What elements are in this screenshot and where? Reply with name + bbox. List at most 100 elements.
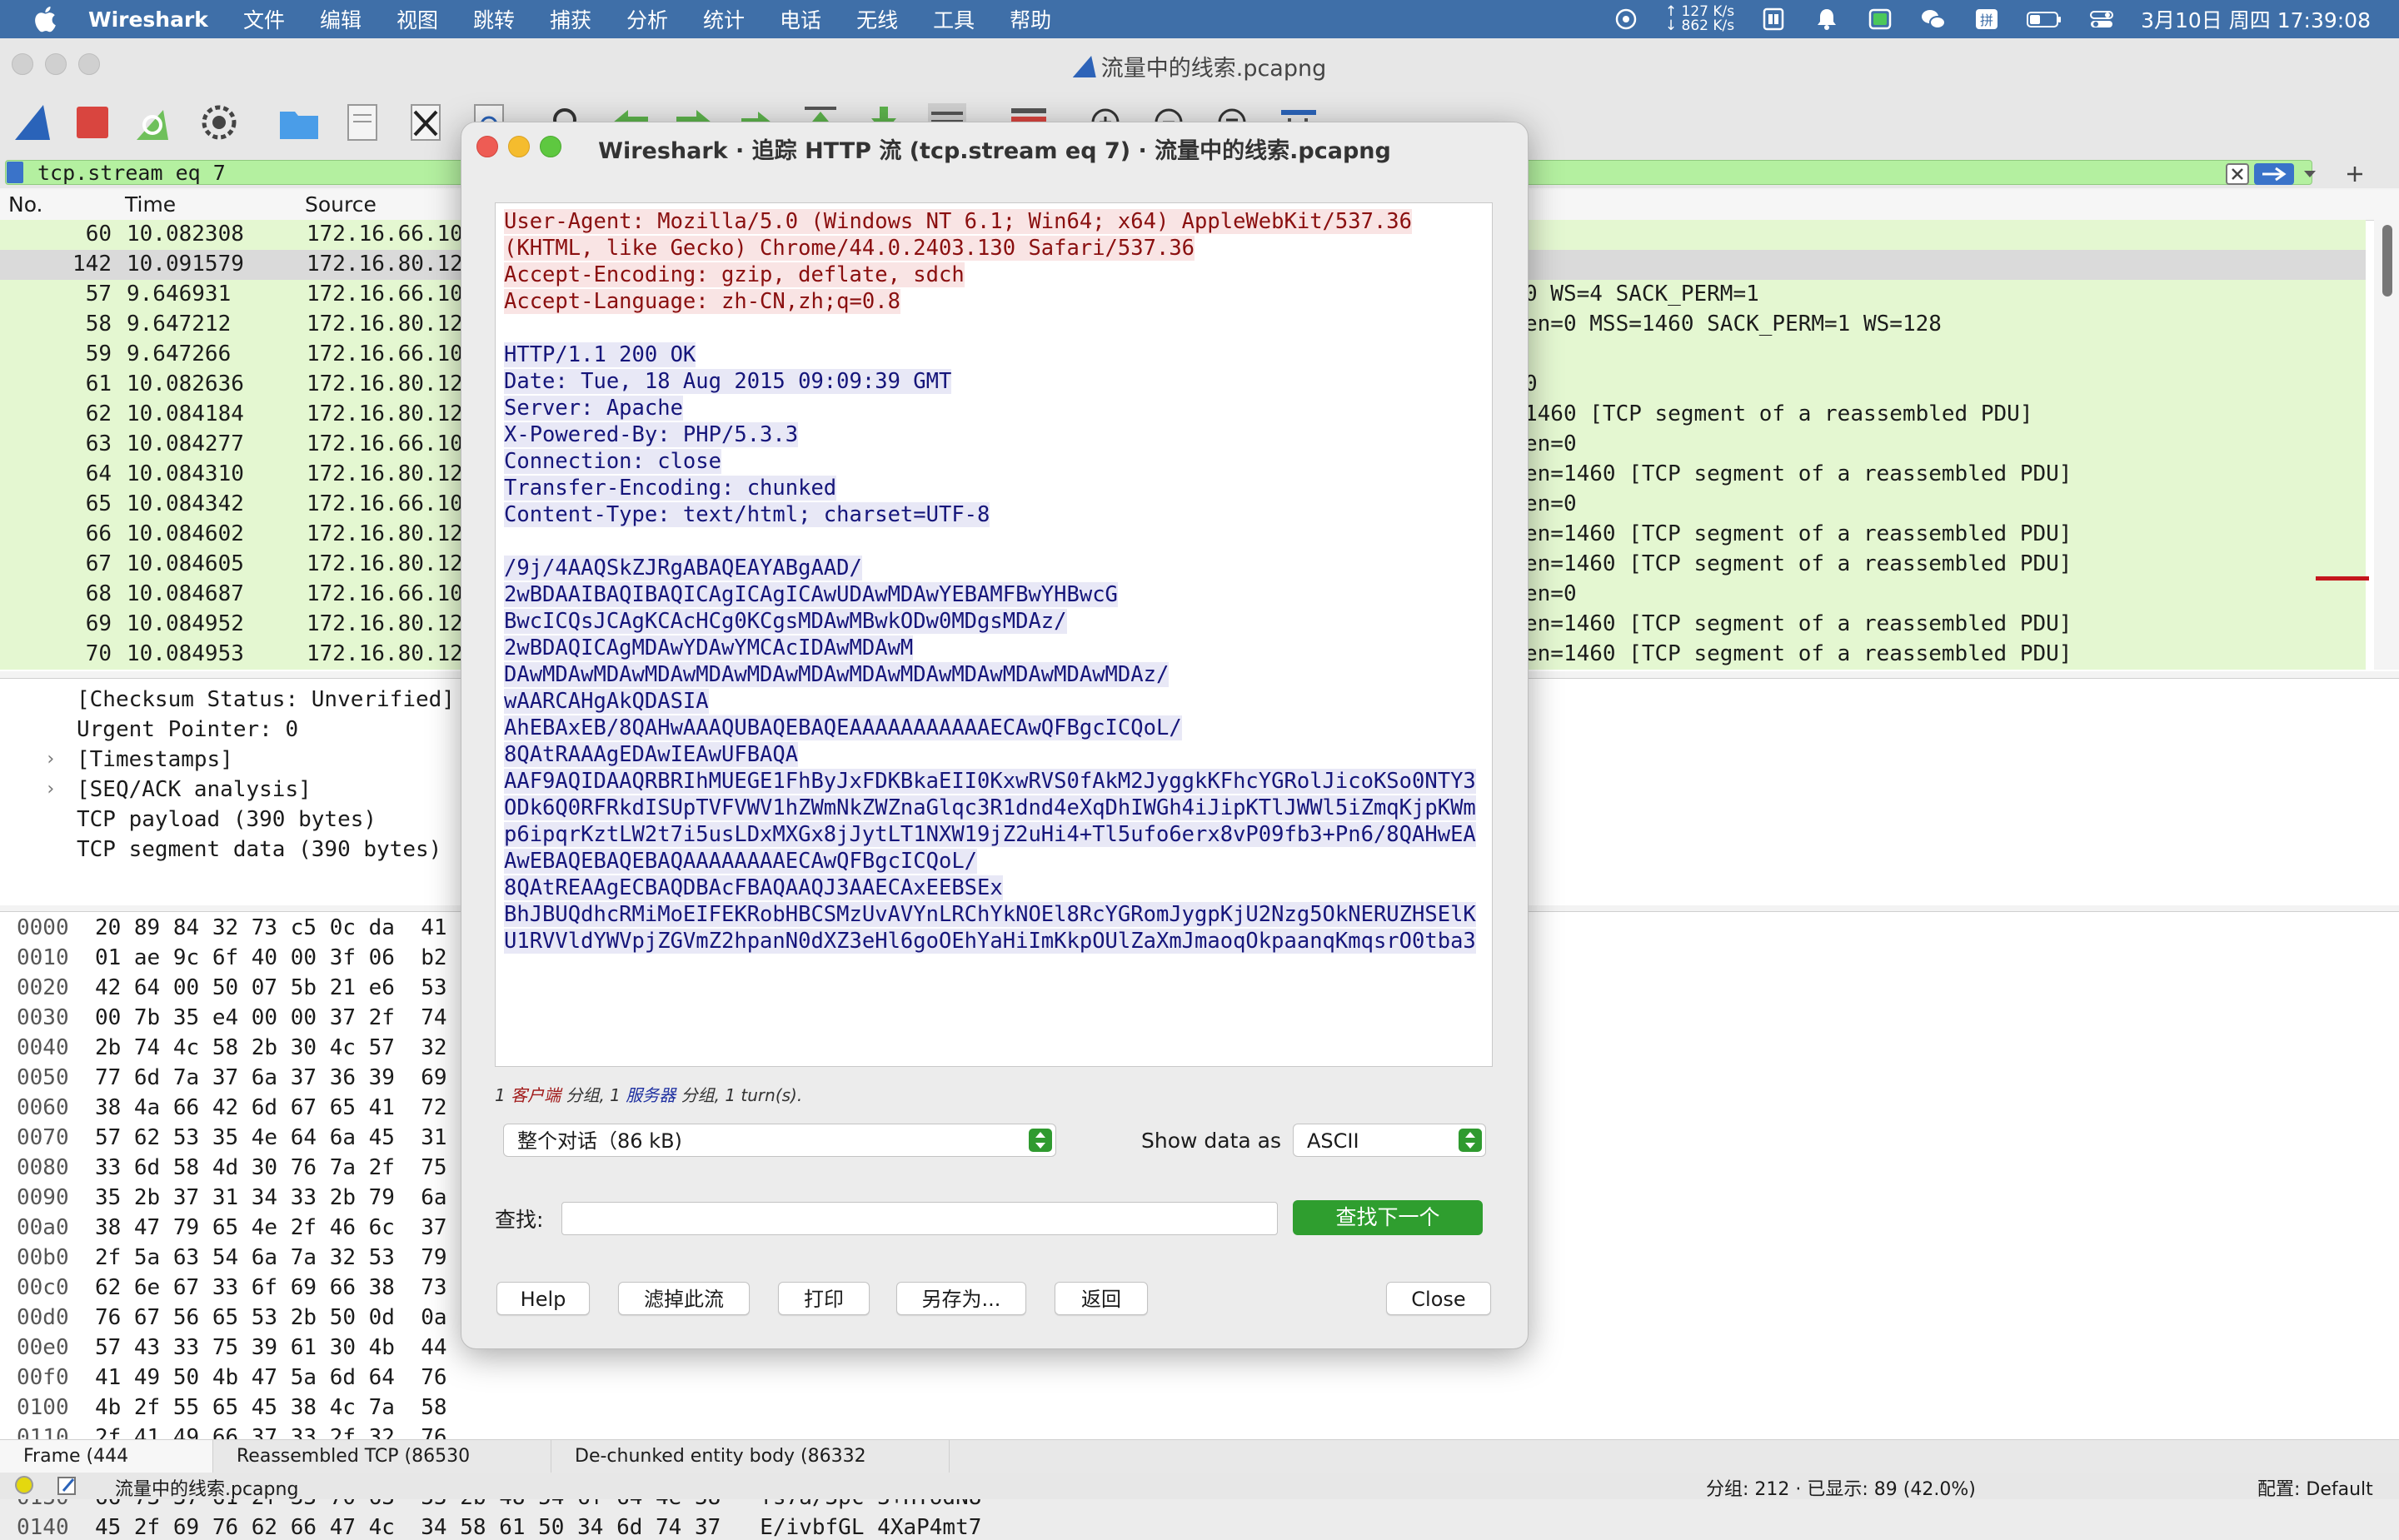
stream-scrollbar[interactable] [1482,1054,1489,1061]
bytes-row[interactable]: 0140 45 2f 69 76 62 66 47 4c 34 58 61 50… [17,1515,981,1540]
column-source[interactable]: Source [305,192,377,217]
bytes-tabs: Frame (444 bytes) Reassembled TCP (86530… [0,1439,2399,1500]
bytes-row[interactable]: 0070 57 62 53 35 4e 64 6a 45 31 [17,1125,447,1150]
save-file-icon[interactable] [340,100,385,145]
bytes-offset: 00a0 [17,1215,69,1240]
bell-icon[interactable] [1813,7,1841,32]
bytes-row[interactable]: 0030 00 7b 35 e4 00 00 37 2f 74 [17,1005,447,1030]
dialog-title: Wireshark · 追踪 HTTP 流 (tcp.stream eq 7) … [598,138,1391,164]
bytes-row[interactable]: 0010 01 ae 9c 6f 40 00 3f 06 b2 [17,945,447,970]
capture-options-gear-icon[interactable] [197,100,242,145]
apply-filter-arrow-icon[interactable] [2254,163,2294,185]
bytes-offset: 0010 [17,945,69,970]
menu-wireless[interactable]: 无线 [856,4,898,34]
filter-history-dropdown-icon[interactable] [2302,167,2317,182]
bytes-row[interactable]: 0020 42 64 00 50 07 5b 21 e6 53 [17,975,447,1000]
packet-time: 10.084310 [127,461,244,486]
column-time[interactable]: Time [125,192,176,217]
add-filter-button-icon[interactable] [2344,163,2366,185]
menubar-clock[interactable]: 3月10日 周四 17:39:08 [2141,4,2371,34]
stream-content[interactable]: User-Agent: Mozilla/5.0 (Windows NT 6.1;… [495,202,1493,1067]
bytes-row[interactable]: 0040 2b 74 4c 58 2b 30 4c 57 32 [17,1035,447,1060]
green-app-icon[interactable] [1866,7,1894,32]
packet-no: 68 [85,581,112,606]
control-center-icon[interactable] [2087,7,2116,32]
menu-statistics[interactable]: 统计 [703,4,745,34]
detail-row[interactable]: [SEQ/ACK analysis] [77,777,312,802]
menu-go[interactable]: 跳转 [473,4,515,34]
column-no[interactable]: No. [8,192,43,217]
detail-row[interactable]: [Checksum Status: Unverified] [77,687,455,712]
show-data-select[interactable]: ASCII [1293,1124,1486,1157]
bytes-row[interactable]: 0100 4b 2f 55 65 45 38 4c 7a 58 [17,1395,447,1420]
stream-line: p6ipqrKztLW2t7i5usLDxMXGx8jJytLT1NXW19jZ… [504,821,1484,848]
bytes-row[interactable]: 0000 20 89 84 32 73 c5 0c da 41 [17,915,447,940]
packet-list-scroll-thumb[interactable] [2382,225,2392,297]
tab-frame[interactable]: Frame (444 bytes) [0,1440,213,1500]
stream-line: BhJBUQdhcRMiMoEIFEKRobHBCSMzUvAVYnLRChYk… [504,901,1484,928]
stream-line: Connection: close [504,448,1484,475]
detail-row[interactable]: TCP payload (390 bytes) [77,807,377,832]
restart-capture-icon[interactable] [130,100,175,145]
menu-app-wireshark[interactable]: Wireshark [88,7,208,32]
bytes-row[interactable]: 00a0 38 47 79 65 4e 2f 46 6c 37 [17,1215,447,1240]
close-button[interactable]: Close [1386,1282,1491,1315]
packet-list-scrollbar[interactable] [2374,220,2399,670]
battery-icon[interactable] [2026,7,2062,32]
menu-view[interactable]: 视图 [397,4,438,34]
status-profile[interactable]: 配置: Default [2257,1474,2373,1501]
window-title: 流量中的线索.pcapng [0,50,2399,82]
find-next-button[interactable]: 查找下一个 [1293,1200,1483,1235]
packet-no: 142 [72,252,112,277]
menu-capture[interactable]: 捕获 [550,4,591,34]
bytes-row[interactable]: 0090 35 2b 37 31 34 33 2b 79 6a [17,1185,447,1210]
bytes-hex: 00 7b 35 e4 00 00 37 2f 74 [94,1005,447,1030]
save-as-button[interactable]: 另存为... [896,1282,1026,1315]
menu-help[interactable]: 帮助 [1010,4,1051,34]
bytes-row[interactable]: 00b0 2f 5a 63 54 6a 7a 32 53 79 [17,1245,447,1270]
bytes-hex: 77 6d 7a 37 6a 37 36 39 69 [94,1065,447,1090]
find-input[interactable] [561,1202,1278,1235]
vpn-icon[interactable] [1612,7,1640,32]
menu-edit[interactable]: 编辑 [320,4,362,34]
expand-chevron-icon[interactable]: › [45,749,56,770]
filter-bookmark-icon[interactable] [7,162,23,183]
menu-telephony[interactable]: 电话 [780,4,821,34]
tab-reassembled-tcp[interactable]: Reassembled TCP (86530 bytes) [213,1440,551,1500]
tab-dechunked-body[interactable]: De-chunked entity body (86332 bytes) [551,1440,950,1500]
packet-time: 10.084952 [127,611,244,636]
bytes-row[interactable]: 00c0 62 6e 67 33 6f 69 66 38 73 [17,1275,447,1300]
menu-analyze[interactable]: 分析 [626,4,668,34]
menu-file[interactable]: 文件 [243,4,285,34]
status-packet-stats: 分组: 212 · 已显示: 89 (42.0%) [1706,1479,1976,1500]
expand-chevron-icon[interactable]: › [45,779,56,800]
stop-capture-icon[interactable] [70,100,115,145]
close-file-icon[interactable] [403,100,448,145]
capture-comment-icon[interactable] [57,1476,78,1496]
bytes-row[interactable]: 00d0 76 67 56 65 53 2b 50 0d 0a [17,1305,447,1330]
conversation-select[interactable]: 整个对话（86 kB) [503,1124,1056,1157]
wechat-icon[interactable] [1919,7,1948,32]
detail-row[interactable]: [Timestamps] [77,747,233,772]
start-capture-icon[interactable] [10,100,55,145]
network-speed[interactable]: ↑ 127 K/s ↓ 862 K/s [1665,5,1734,33]
detail-row[interactable]: TCP segment data (390 bytes) [77,837,441,862]
input-method-icon[interactable]: 拼 [1973,7,2001,32]
help-button[interactable]: Help [496,1282,590,1315]
bytes-row[interactable]: 00e0 57 43 33 75 39 61 30 4b 44 [17,1335,447,1360]
menu-tools[interactable]: 工具 [933,4,975,34]
detail-row[interactable]: Urgent Pointer: 0 [77,717,298,742]
bytes-row[interactable]: 0080 33 6d 58 4d 30 76 7a 2f 75 [17,1155,447,1180]
back-button[interactable]: 返回 [1055,1282,1148,1315]
expert-info-icon[interactable] [15,1476,33,1494]
print-button[interactable]: 打印 [778,1282,870,1315]
filter-out-stream-button[interactable]: 滤掉此流 [618,1282,750,1315]
open-file-folder-icon[interactable] [277,100,322,145]
apple-icon[interactable] [32,4,62,34]
bytes-row[interactable]: 00f0 41 49 50 4b 47 5a 6d 64 76 [17,1365,447,1390]
bytes-row[interactable]: 0060 38 4a 66 42 6d 67 65 41 72 [17,1095,447,1120]
clipboard-icon[interactable] [1759,7,1788,32]
clear-filter-icon[interactable] [2226,163,2249,185]
bytes-row[interactable]: 0050 77 6d 7a 37 6a 37 36 39 69 [17,1065,447,1090]
select-updown-icon [1029,1129,1052,1152]
